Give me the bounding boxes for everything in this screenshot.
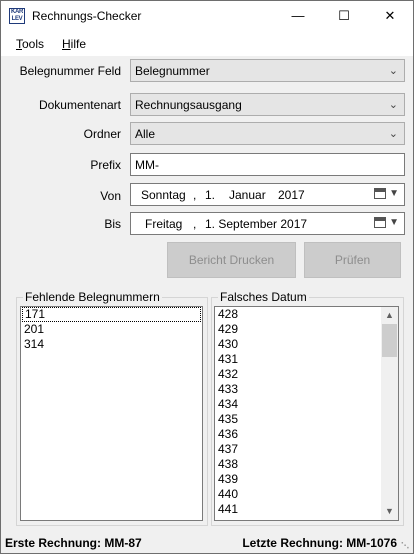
ordner-select[interactable]: Alle ⌄: [130, 122, 405, 145]
ordner-value: Alle: [135, 127, 156, 141]
list-item[interactable]: 171: [22, 307, 201, 322]
von-year: 2017: [278, 188, 305, 202]
list-item[interactable]: 435: [215, 412, 398, 427]
bis-date: 1. September 2017: [205, 217, 308, 231]
list-item[interactable]: 428: [215, 307, 398, 322]
menu-hilfe[interactable]: Hilfe: [62, 37, 86, 51]
erste-rechnung-status: Erste Rechnung: MM-87: [5, 536, 142, 550]
list-item[interactable]: 440: [215, 487, 398, 502]
scroll-down-icon[interactable]: ▼: [381, 503, 398, 520]
fehlende-belegnummern-list[interactable]: 171 201 314: [20, 306, 203, 521]
pruefen-button[interactable]: Prüfen: [304, 242, 401, 278]
dokumentenart-value: Rechnungsausgang: [135, 98, 242, 112]
letzte-rechnung-status: Letzte Rechnung: MM-1076: [242, 536, 397, 550]
list-item[interactable]: 430: [215, 337, 398, 352]
list-item[interactable]: 314: [21, 337, 202, 352]
calendar-icon[interactable]: [374, 217, 386, 228]
list-item[interactable]: 437: [215, 442, 398, 457]
title-bar[interactable]: KAR LEV Rechnungs-Checker — ☐ ✕: [1, 1, 413, 31]
von-label: Von: [100, 189, 121, 203]
fehlende-belegnummern-title: Fehlende Belegnummern: [23, 290, 162, 304]
prefix-input[interactable]: [133, 155, 393, 174]
app-window: KAR LEV Rechnungs-Checker — ☐ ✕ Tools Hi…: [0, 0, 414, 554]
prefix-label: Prefix: [90, 158, 121, 172]
list-item[interactable]: 433: [215, 382, 398, 397]
scroll-up-icon[interactable]: ▲: [381, 307, 398, 324]
list-item[interactable]: 434: [215, 397, 398, 412]
dropdown-arrow-icon[interactable]: ▼: [389, 188, 399, 199]
list-item[interactable]: 432: [215, 367, 398, 382]
chevron-down-icon: ⌄: [388, 65, 398, 77]
ordner-label: Ordner: [83, 127, 121, 141]
falsches-datum-title: Falsches Datum: [218, 290, 309, 304]
menu-tools[interactable]: Tools: [16, 37, 44, 51]
bis-comma: ,: [193, 217, 197, 231]
von-weekday: Sonntag: [141, 188, 186, 202]
maximize-button[interactable]: ☐: [321, 1, 367, 31]
list-item[interactable]: 439: [215, 472, 398, 487]
window-title: Rechnungs-Checker: [32, 9, 142, 23]
von-day: 1.: [205, 188, 216, 202]
chevron-down-icon: ⌄: [388, 128, 398, 140]
list-item[interactable]: 436: [215, 427, 398, 442]
list-item[interactable]: 201: [21, 322, 202, 337]
list-item[interactable]: 431: [215, 352, 398, 367]
list-item[interactable]: 438: [215, 457, 398, 472]
von-date-picker[interactable]: Sonntag , 1. Januar 2017 ▼: [130, 183, 405, 206]
close-button[interactable]: ✕: [367, 1, 413, 31]
resize-grip-icon[interactable]: ⋱: [401, 541, 411, 551]
bis-date-picker[interactable]: Freitag , 1. September 2017 ▼: [130, 212, 405, 235]
calendar-icon[interactable]: [374, 188, 386, 199]
minimize-button[interactable]: —: [275, 1, 321, 31]
bis-weekday: Freitag: [145, 217, 183, 231]
scrollbar-thumb[interactable]: [382, 324, 397, 357]
dokumentenart-label: Dokumentenart: [38, 98, 121, 112]
von-comma: ,: [193, 188, 197, 202]
status-bar: Erste Rechnung: MM-87 Letzte Rechnung: M…: [1, 531, 413, 553]
belegnummer-feld-value: Belegnummer: [135, 64, 210, 78]
chevron-down-icon: ⌄: [388, 99, 398, 111]
belegnummer-feld-select[interactable]: Belegnummer ⌄: [130, 59, 405, 82]
falsches-datum-list[interactable]: 428 429 430 431 432 433 434 435 436 437 …: [214, 306, 399, 521]
list-item[interactable]: 441: [215, 502, 398, 517]
bis-label: Bis: [104, 217, 121, 231]
von-month: Januar: [229, 188, 266, 202]
vertical-scrollbar[interactable]: ▲ ▼: [381, 307, 398, 520]
prefix-field[interactable]: [130, 153, 405, 176]
dokumentenart-select[interactable]: Rechnungsausgang ⌄: [130, 93, 405, 116]
list-item[interactable]: 429: [215, 322, 398, 337]
dropdown-arrow-icon[interactable]: ▼: [389, 217, 399, 228]
app-logo-icon: KAR LEV: [9, 8, 25, 24]
belegnummer-feld-label: Belegnummer Feld: [19, 64, 121, 78]
menu-bar: Tools Hilfe: [1, 31, 413, 56]
bericht-drucken-button[interactable]: Bericht Drucken: [167, 242, 296, 278]
